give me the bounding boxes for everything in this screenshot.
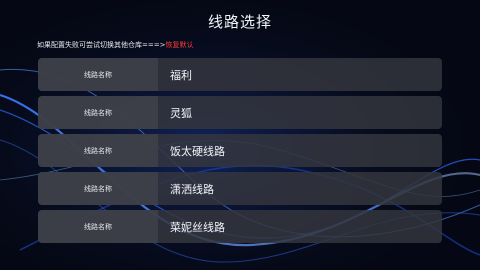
page-title: 线路选择 xyxy=(207,13,272,31)
route-label: 线路名称 xyxy=(38,134,158,167)
switch-hint-text: 如果配置失败可尝试切换其他仓库===> xyxy=(37,41,166,49)
route-label: 线路名称 xyxy=(38,210,158,243)
route-name: 饭太硬线路 xyxy=(170,144,225,158)
route-name: 菜妮丝线路 xyxy=(170,220,225,234)
route-label: 线路名称 xyxy=(38,96,158,129)
route-label: 线路名称 xyxy=(38,172,158,205)
route-item-fantaiying[interactable]: 线路名称 饭太硬线路 xyxy=(38,134,442,167)
switch-hint: 如果配置失败可尝试切换其他仓库===>恢复默认 xyxy=(37,40,193,50)
route-item-cainisi[interactable]: 线路名称 菜妮丝线路 xyxy=(38,210,442,243)
route-name: 灵狐 xyxy=(170,106,192,120)
route-item-xiaosa[interactable]: 线路名称 潇洒线路 xyxy=(38,172,442,205)
route-label: 线路名称 xyxy=(38,58,158,91)
route-name: 潇洒线路 xyxy=(170,182,214,196)
reset-default-link[interactable]: 恢复默认 xyxy=(165,41,193,49)
route-item-linghu[interactable]: 线路名称 灵狐 xyxy=(38,96,442,129)
route-item-fuli[interactable]: 线路名称 福利 xyxy=(38,58,442,91)
route-name: 福利 xyxy=(170,68,192,82)
route-list: 线路名称 福利 线路名称 灵狐 线路名称 饭太硬线路 线路名称 潇洒线路 线路名… xyxy=(38,58,442,248)
